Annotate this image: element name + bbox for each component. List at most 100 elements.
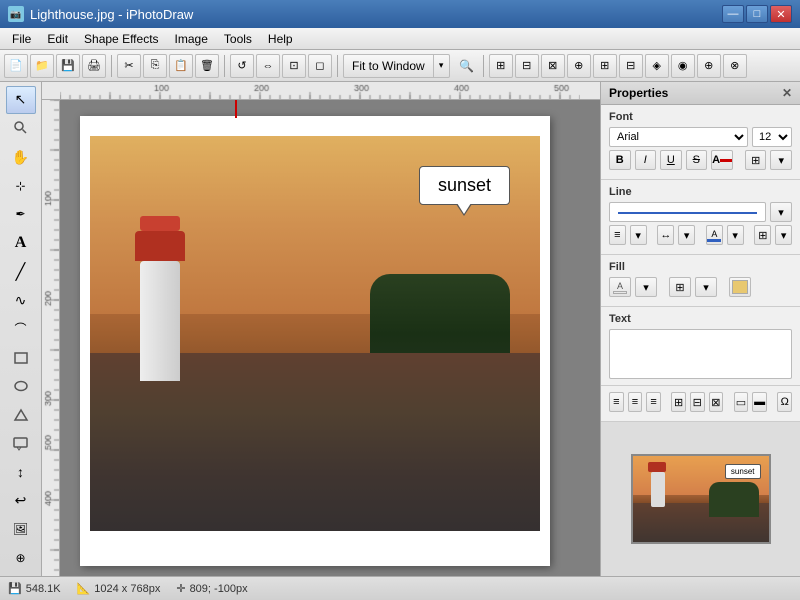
fill-color-btn[interactable]: A — [609, 277, 631, 297]
canvas-paper[interactable]: sunset — [80, 116, 550, 566]
save-button[interactable]: 💾 — [56, 54, 80, 78]
speech-bubble[interactable]: sunset — [419, 166, 510, 205]
canvas-image[interactable]: sunset — [90, 136, 540, 531]
italic-button[interactable]: I — [635, 150, 657, 170]
fit-window-control[interactable]: Fit to Window ▾ — [343, 54, 450, 78]
undo-tool[interactable]: ↩ — [6, 487, 36, 515]
new-button[interactable]: 📄 — [4, 54, 28, 78]
window-title: Lighthouse.jpg - iPhotoDraw — [30, 7, 193, 22]
line-tool[interactable]: ╱ — [6, 258, 36, 286]
tb-extra8[interactable]: ◉ — [671, 54, 695, 78]
minimize-button[interactable]: — — [722, 5, 744, 23]
line-color-btn[interactable]: A — [706, 225, 723, 245]
file-icon: 💾 — [8, 582, 22, 595]
ruler-horizontal — [42, 82, 600, 100]
properties-title: Properties — [609, 86, 668, 100]
line-preview[interactable] — [609, 202, 766, 222]
tb-extra1[interactable]: ⊞ — [489, 54, 513, 78]
ellipse-tool[interactable] — [6, 372, 36, 400]
line-align-left[interactable]: ≡ — [609, 225, 626, 245]
font-color-button[interactable]: A — [711, 150, 733, 170]
cut-button[interactable]: ✂ — [117, 54, 141, 78]
tb-extra10[interactable]: ⊗ — [723, 54, 747, 78]
fill-color-dropdown[interactable]: ▾ — [635, 277, 657, 297]
text-omega-btn[interactable]: Ω — [777, 392, 792, 412]
copy-button[interactable]: ⎘ — [143, 54, 167, 78]
line-grid-btn[interactable]: ⊞ — [754, 225, 771, 245]
fill-grid-btn[interactable]: ⊞ — [669, 277, 691, 297]
tb-extra4[interactable]: ⊕ — [567, 54, 591, 78]
line-color-dropdown[interactable]: ▾ — [727, 225, 744, 245]
text-box-btn3[interactable]: ⊠ — [709, 392, 724, 412]
font-grid-button[interactable]: ⊞ — [745, 150, 767, 170]
text-box-btn2[interactable]: ⊟ — [690, 392, 705, 412]
bold-button[interactable]: B — [609, 150, 631, 170]
canvas-viewport[interactable]: sunset — [60, 100, 600, 576]
crop-tool[interactable]: ⊹ — [6, 172, 36, 200]
fill-grid-dropdown[interactable]: ▾ — [695, 277, 717, 297]
text-align-left[interactable]: ≡ — [609, 392, 624, 412]
extra-tool[interactable]: ⊕ — [6, 544, 36, 572]
line-grid-dropdown[interactable]: ▾ — [775, 225, 792, 245]
font-dropdown-button[interactable]: ▾ — [770, 150, 792, 170]
image-tool[interactable]: 🖼 — [6, 516, 36, 544]
pen-tool[interactable]: ⌒ — [6, 315, 36, 343]
triangle-tool[interactable] — [6, 401, 36, 429]
tb-extra3[interactable]: ⊠ — [541, 54, 565, 78]
delete-button[interactable]: 🗑 — [195, 54, 219, 78]
fit-window-label[interactable]: Fit to Window — [344, 55, 433, 77]
rotate-btn[interactable]: ↺ — [230, 54, 254, 78]
line-arrow-btn[interactable]: ↔ — [657, 225, 674, 245]
properties-close-button[interactable]: ✕ — [782, 86, 792, 100]
print-button[interactable]: 🖨 — [82, 54, 106, 78]
line-style-row: ▾ — [609, 202, 792, 222]
zoom-tool[interactable] — [6, 115, 36, 143]
menu-file[interactable]: File — [4, 30, 39, 48]
rect-tool[interactable] — [6, 344, 36, 372]
text-input[interactable] — [609, 329, 792, 379]
font-size-select[interactable]: 891011 12141618 — [752, 127, 792, 147]
arrow-tool[interactable]: ↕ — [6, 458, 36, 486]
eyedrop-tool[interactable]: ✒ — [6, 201, 36, 229]
line-dropdown2[interactable]: ▾ — [630, 225, 647, 245]
pointer-tool[interactable]: ↖ — [6, 86, 36, 114]
properties-panel: Properties ✕ Font Arial Times New Roman … — [600, 82, 800, 576]
menu-edit[interactable]: Edit — [39, 30, 76, 48]
text-tool[interactable]: A — [6, 229, 36, 257]
text-box-btn4[interactable]: ▭ — [734, 392, 749, 412]
font-name-select[interactable]: Arial Times New Roman Verdana — [609, 127, 748, 147]
tb-extra7[interactable]: ◈ — [645, 54, 669, 78]
text-align-center[interactable]: ≡ — [628, 392, 643, 412]
line-arrow-dropdown[interactable]: ▾ — [678, 225, 695, 245]
maximize-button[interactable]: □ — [746, 5, 768, 23]
font-label: Font — [609, 111, 792, 123]
close-button[interactable]: ✕ — [770, 5, 792, 23]
menu-image[interactable]: Image — [167, 30, 216, 48]
fit-window-dropdown[interactable]: ▾ — [433, 55, 449, 77]
fill-swatch-btn[interactable] — [729, 277, 751, 297]
curve-tool[interactable]: ∿ — [6, 286, 36, 314]
select-all-btn[interactable]: ⊡ — [282, 54, 306, 78]
tb-extra9[interactable]: ⊕ — [697, 54, 721, 78]
paste-button[interactable]: 📋 — [169, 54, 193, 78]
tb-extra6[interactable]: ⊟ — [619, 54, 643, 78]
text-box-btn5[interactable]: ▬ — [752, 392, 767, 412]
pan-tool[interactable]: ✋ — [6, 143, 36, 171]
zoom-in-button[interactable]: 🔍 — [456, 55, 478, 77]
tb-extra2[interactable]: ⊟ — [515, 54, 539, 78]
tb-extra5[interactable]: ⊞ — [593, 54, 617, 78]
flip-btn[interactable]: ⇔ — [256, 54, 280, 78]
menu-help[interactable]: Help — [260, 30, 301, 48]
text-align-right[interactable]: ≡ — [646, 392, 661, 412]
menu-tools[interactable]: Tools — [216, 30, 260, 48]
callout-tool[interactable] — [6, 430, 36, 458]
strikethrough-button[interactable]: S — [686, 150, 708, 170]
menu-shape-effects[interactable]: Shape Effects — [76, 30, 167, 48]
open-button[interactable]: 📁 — [30, 54, 54, 78]
thumb-trees — [709, 482, 759, 517]
underline-button[interactable]: U — [660, 150, 682, 170]
titlebar-controls: — □ ✕ — [722, 5, 792, 23]
deselect-btn[interactable]: ◻ — [308, 54, 332, 78]
text-box-btn1[interactable]: ⊞ — [671, 392, 686, 412]
line-dropdown-button[interactable]: ▾ — [770, 202, 792, 222]
